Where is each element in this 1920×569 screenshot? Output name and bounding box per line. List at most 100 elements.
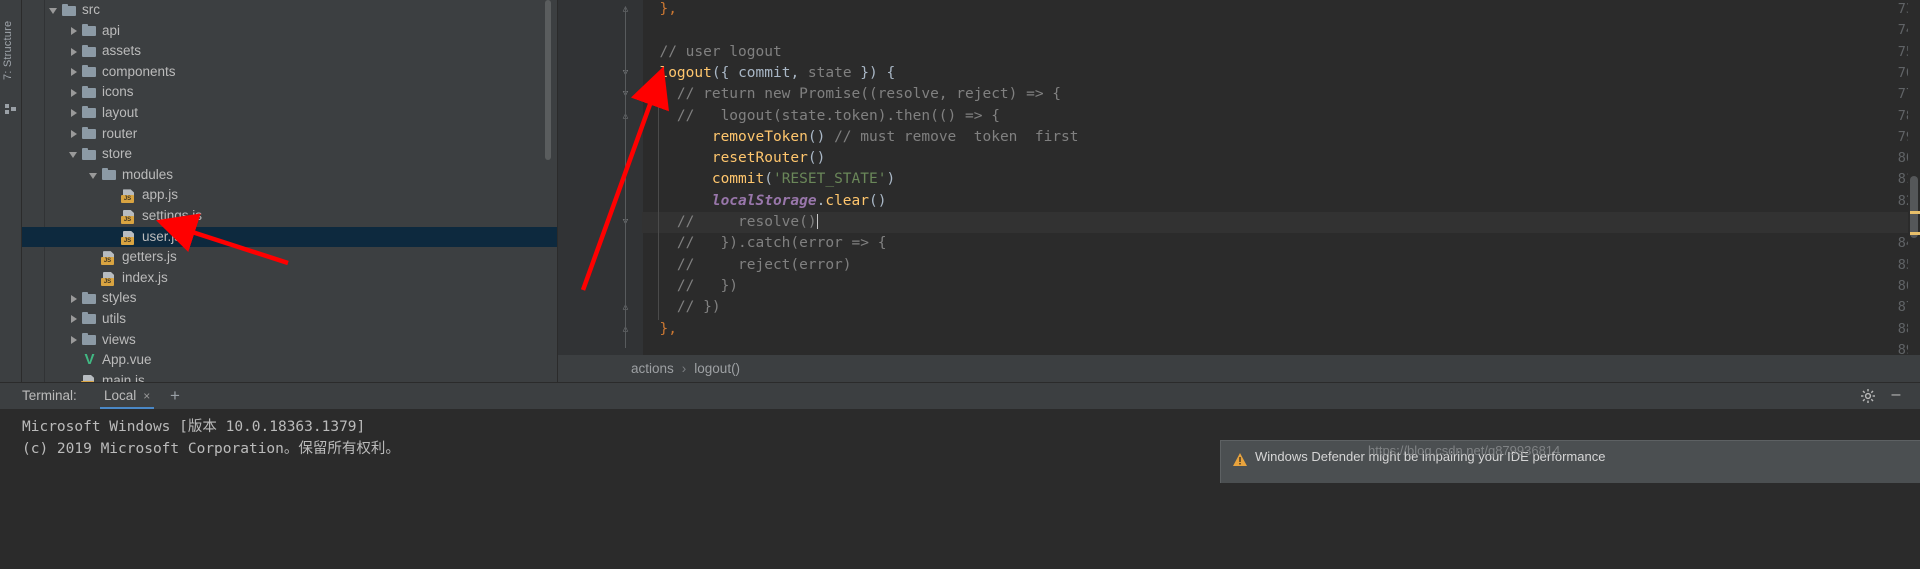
code-line[interactable]: removeToken() // must remove token first bbox=[642, 127, 1079, 148]
breadcrumb-part-logout[interactable]: logout() bbox=[694, 361, 740, 376]
chevron-right-icon[interactable] bbox=[68, 309, 81, 330]
code-token: }) { bbox=[851, 64, 896, 81]
code-token: }, bbox=[659, 1, 677, 17]
settings-gear-icon[interactable] bbox=[1860, 388, 1876, 404]
tree-vertical-scrollbar[interactable] bbox=[545, 0, 551, 160]
add-terminal-button[interactable]: + bbox=[170, 383, 180, 409]
tree-item-utils[interactable]: utils bbox=[22, 309, 557, 330]
editor-gutter[interactable] bbox=[558, 0, 620, 355]
chevron-down-icon[interactable] bbox=[88, 165, 101, 186]
folder-icon bbox=[61, 0, 80, 21]
chevron-right-icon[interactable] bbox=[68, 21, 81, 42]
tree-item-index-js[interactable]: index.js bbox=[22, 268, 557, 289]
line-number: 84 bbox=[1897, 235, 1914, 252]
close-icon[interactable]: × bbox=[143, 383, 150, 409]
project-tree-list[interactable]: src api assets components icons layout router s… bbox=[22, 0, 557, 382]
chevron-right-icon[interactable] bbox=[68, 288, 81, 309]
sidebar-tab-structure[interactable]: 7: Structure bbox=[2, 2, 20, 98]
code-line[interactable]: // }) bbox=[642, 297, 721, 318]
tree-item-api[interactable]: api bbox=[22, 21, 557, 42]
structure-icon[interactable] bbox=[5, 104, 17, 116]
javascript-file-icon bbox=[101, 247, 120, 268]
editor-scroll-track[interactable] bbox=[1908, 0, 1920, 355]
code-line[interactable]: // reject(error) bbox=[642, 255, 852, 276]
tree-item-label: icons bbox=[102, 84, 134, 100]
line-number: 76 bbox=[1897, 64, 1914, 81]
code-token: logout bbox=[659, 64, 712, 81]
code-token: // }) bbox=[642, 277, 739, 294]
code-token: clear bbox=[825, 192, 869, 209]
terminal-tab-local[interactable]: Local × bbox=[100, 383, 155, 409]
editor-marker-2[interactable] bbox=[1910, 232, 1920, 235]
chevron-right-icon[interactable] bbox=[68, 41, 81, 62]
code-line[interactable]: // }) bbox=[642, 276, 738, 297]
tree-item-router[interactable]: router bbox=[22, 124, 557, 145]
code-line[interactable]: // user logout bbox=[642, 42, 781, 63]
folder-icon bbox=[81, 288, 100, 309]
tree-item-label: app.js bbox=[142, 187, 179, 203]
code-token: () bbox=[869, 192, 887, 209]
line-number: 81 bbox=[1897, 171, 1914, 188]
chevron-right-icon[interactable] bbox=[68, 124, 81, 145]
fold-connector-line bbox=[625, 8, 626, 348]
tree-item-views[interactable]: views bbox=[22, 330, 557, 351]
editor-scroll-thumb[interactable] bbox=[1910, 176, 1918, 238]
terminal-output[interactable]: Microsoft Windows [版本 10.0.18363.1379] (… bbox=[0, 409, 1920, 569]
code-line[interactable]: // return new Promise((resolve, reject) … bbox=[642, 84, 1061, 105]
tree-item-assets[interactable]: assets bbox=[22, 41, 557, 62]
tree-item-label: settings.js bbox=[142, 207, 203, 223]
editor-marker-1[interactable] bbox=[1910, 211, 1920, 214]
folder-icon bbox=[81, 103, 100, 124]
code-line[interactable]: // logout(state.token).then(() => { bbox=[642, 106, 1000, 127]
code-line[interactable]: localStorage.clear() bbox=[642, 191, 887, 212]
chevron-down-icon[interactable] bbox=[68, 144, 81, 165]
code-token: // must remove token first bbox=[825, 128, 1079, 145]
tree-item-label: assets bbox=[102, 43, 142, 59]
tree-item-layout[interactable]: layout bbox=[22, 103, 557, 124]
chevron-down-icon[interactable] bbox=[48, 0, 61, 21]
chevron-right-icon[interactable] bbox=[68, 62, 81, 83]
tree-item-modules[interactable]: modules bbox=[22, 165, 557, 186]
windows-defender-notification[interactable]: Windows Defender might be impairing your… bbox=[1220, 440, 1920, 483]
code-line[interactable]: resetRouter() bbox=[642, 148, 826, 169]
line-number: 85 bbox=[1897, 256, 1914, 273]
tree-item-src[interactable]: src bbox=[22, 0, 557, 21]
breadcrumb[interactable]: actions › logout() bbox=[558, 355, 1920, 382]
code-token: () bbox=[807, 128, 826, 145]
code-line[interactable]: commit('RESET_STATE') bbox=[642, 169, 895, 190]
tree-item-icons[interactable]: icons bbox=[22, 82, 557, 103]
code-line[interactable]: logout({ commit, state }) { bbox=[642, 63, 895, 84]
code-token: commit bbox=[711, 171, 765, 188]
tree-item-app-js[interactable]: app.js bbox=[22, 185, 557, 206]
javascript-file-icon bbox=[121, 206, 140, 227]
tree-item-settings-js[interactable]: settings.js bbox=[22, 206, 557, 227]
tree-item-components[interactable]: components bbox=[22, 62, 557, 83]
folder-icon bbox=[81, 41, 100, 62]
minimize-icon[interactable]: – bbox=[1888, 387, 1904, 403]
tree-item-label: styles bbox=[102, 290, 137, 306]
tree-item-label: router bbox=[102, 125, 138, 141]
code-line[interactable]: }, bbox=[642, 319, 676, 340]
code-editor[interactable]: 73△ },7475 // user logout76▽ logout({ co… bbox=[558, 0, 1920, 355]
code-line[interactable]: // resolve() bbox=[642, 212, 1920, 234]
tree-item-label: src bbox=[82, 2, 100, 17]
chevron-right-icon[interactable] bbox=[68, 103, 81, 124]
breadcrumb-part-actions[interactable]: actions bbox=[631, 361, 674, 376]
left-tool-strip: 7: Structure bbox=[0, 0, 22, 390]
tree-item-user-js[interactable]: user.js bbox=[22, 226, 557, 248]
tree-item-app-vue[interactable]: App.vue bbox=[22, 350, 557, 371]
code-line[interactable]: // }).catch(error => { bbox=[642, 233, 887, 254]
folder-icon bbox=[81, 309, 100, 330]
chevron-right-icon[interactable] bbox=[68, 82, 81, 103]
chevron-right-icon[interactable] bbox=[68, 330, 81, 351]
tree-item-label: App.vue bbox=[102, 352, 152, 368]
tree-item-main-js[interactable]: main.js bbox=[22, 371, 557, 382]
project-tree-panel[interactable]: src api assets components icons layout router s… bbox=[22, 0, 557, 382]
tree-item-getters-js[interactable]: getters.js bbox=[22, 247, 557, 268]
tree-item-store[interactable]: store bbox=[22, 144, 557, 165]
code-line[interactable]: }, bbox=[642, 0, 677, 20]
tree-item-styles[interactable]: styles bbox=[22, 288, 557, 309]
